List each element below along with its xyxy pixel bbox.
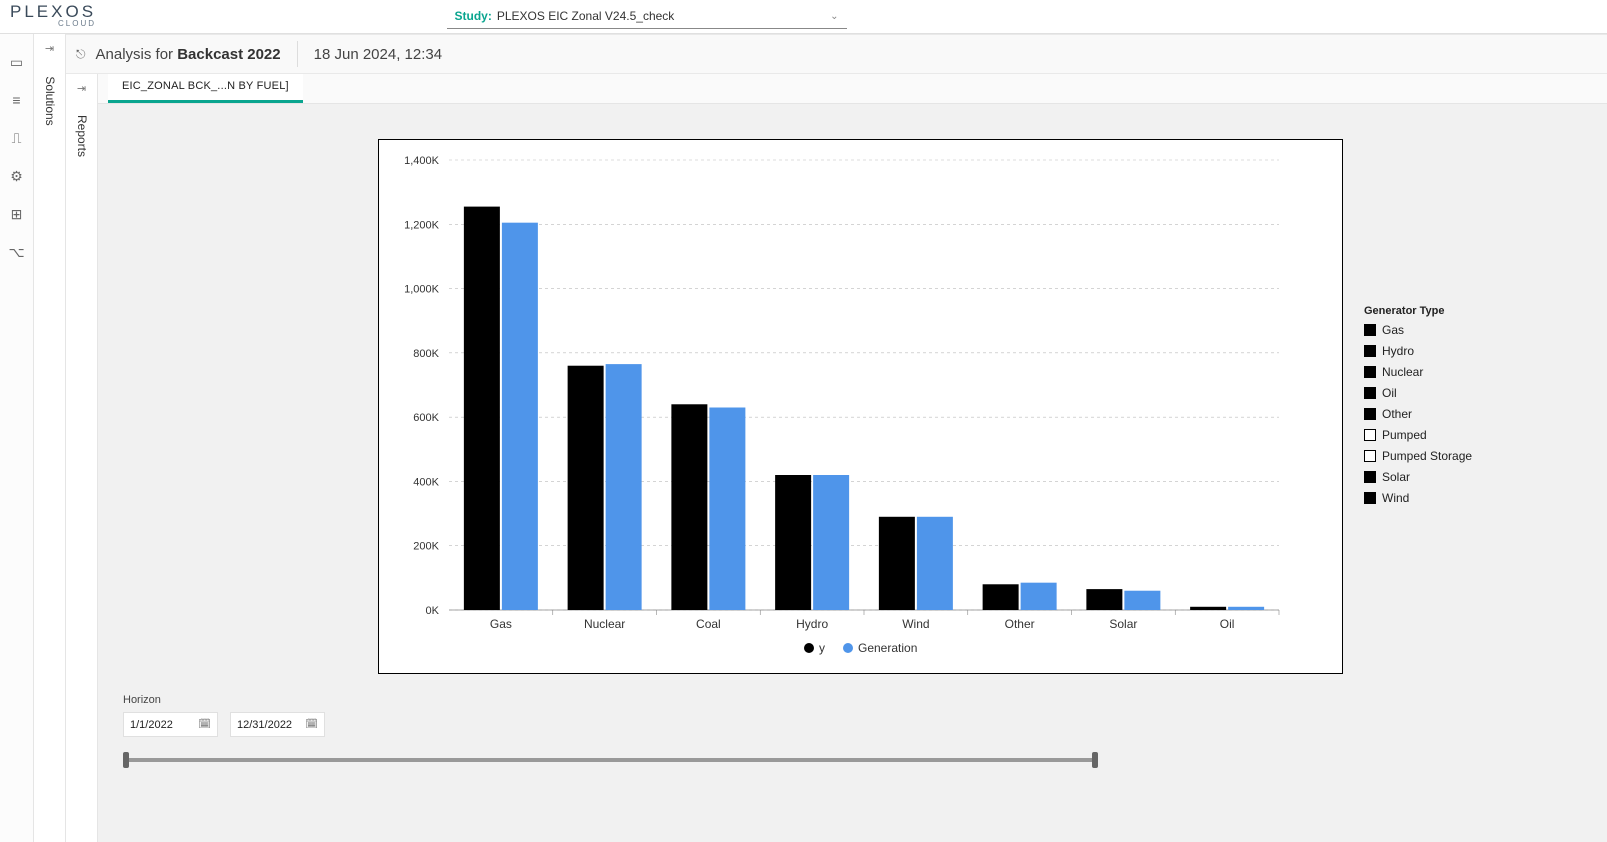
- horizon-to-value: 12/31/2022: [237, 719, 292, 731]
- expand-icon: ⇥: [45, 42, 54, 55]
- legend-item-label: Solar: [1382, 470, 1410, 484]
- horizon-slider[interactable]: [123, 751, 1098, 769]
- legend-item-other[interactable]: Other: [1364, 403, 1504, 424]
- tree-icon[interactable]: ⊞: [9, 206, 25, 222]
- svg-text:Other: Other: [1005, 617, 1035, 631]
- legend-item-oil[interactable]: Oil: [1364, 382, 1504, 403]
- legend-swatch: [1364, 366, 1376, 378]
- app-logo: PLEXOS CLOUD: [10, 5, 96, 28]
- reports-label: Reports: [75, 115, 89, 157]
- svg-text:Oil: Oil: [1220, 617, 1235, 631]
- horizon-slider-thumb-left[interactable]: [123, 752, 129, 768]
- svg-text:1,000K: 1,000K: [404, 284, 440, 296]
- legend-swatch: [1364, 492, 1376, 504]
- legend-item-label: Hydro: [1382, 344, 1414, 358]
- svg-text:Solar: Solar: [1109, 617, 1137, 631]
- expand-icon: ⇥: [77, 82, 86, 95]
- svg-text:0K: 0K: [426, 605, 440, 617]
- svg-text:Hydro: Hydro: [796, 617, 828, 631]
- svg-text:1,200K: 1,200K: [404, 219, 440, 231]
- study-value: PLEXOS EIC Zonal V24.5_check: [497, 9, 674, 23]
- horizon-slider-thumb-right[interactable]: [1092, 752, 1098, 768]
- svg-text:400K: 400K: [413, 476, 439, 488]
- legend-item-wind[interactable]: Wind: [1364, 487, 1504, 508]
- svg-text:y: y: [819, 641, 825, 655]
- calendar-icon: 🗓: [305, 719, 318, 730]
- database-icon[interactable]: ≡: [9, 92, 25, 108]
- solutions-label: Solutions: [43, 76, 57, 125]
- svg-text:Wind: Wind: [902, 617, 929, 631]
- legend-title: Generator Type: [1364, 305, 1504, 317]
- horizon-to-input[interactable]: 12/31/2022 🗓: [230, 712, 325, 737]
- analysis-title: Analysis for Backcast 2022: [96, 46, 281, 63]
- legend-item-label: Nuclear: [1382, 365, 1423, 379]
- legend-swatch: [1364, 324, 1376, 336]
- legend-item-pumped[interactable]: Pumped: [1364, 424, 1504, 445]
- left-icon-rail: ▭ ≡ ⎍ ⚙ ⊞ ⌥: [0, 34, 34, 842]
- analysis-icon: ⎋: [76, 47, 86, 62]
- page-icon[interactable]: ▭: [9, 54, 25, 70]
- svg-text:600K: 600K: [413, 412, 439, 424]
- chart-container: 0K 200K 400K 600K 800K 1,000K 1,200K 1,400K Gas N…: [378, 139, 1343, 674]
- analysis-header: ⎋ Analysis for Backcast 2022 18 Jun 2024…: [66, 34, 1607, 74]
- study-selector[interactable]: Study: PLEXOS EIC Zonal V24.5_check ⌄: [447, 5, 847, 29]
- study-label: Study:: [455, 9, 492, 23]
- reports-panel-tab[interactable]: ⇥ Reports: [66, 74, 98, 842]
- legend-item-label: Pumped: [1382, 428, 1427, 442]
- legend-item-label: Oil: [1382, 386, 1397, 400]
- legend-swatch: [1364, 471, 1376, 483]
- legend-item-hydro[interactable]: Hydro: [1364, 340, 1504, 361]
- calendar-icon: 🗓: [198, 719, 211, 730]
- svg-text:Gas: Gas: [490, 617, 512, 631]
- legend-item-solar[interactable]: Solar: [1364, 466, 1504, 487]
- svg-text:200K: 200K: [413, 541, 439, 553]
- sliders-icon[interactable]: ⎍: [9, 130, 25, 146]
- legend-swatch: [1364, 450, 1376, 462]
- svg-text:Coal: Coal: [696, 617, 721, 631]
- report-tabstrip: EIC_ZONAL BCK_...N BY FUEL]: [98, 74, 1607, 104]
- legend-item-label: Gas: [1382, 323, 1404, 337]
- solutions-panel-tab[interactable]: ⇥ Solutions: [34, 34, 66, 842]
- legend-item-label: Pumped Storage: [1382, 449, 1472, 463]
- svg-text:Nuclear: Nuclear: [584, 617, 625, 631]
- tab-report-0[interactable]: EIC_ZONAL BCK_...N BY FUEL]: [108, 74, 303, 103]
- legend-item-label: Wind: [1382, 491, 1409, 505]
- legend-item-label: Other: [1382, 407, 1412, 421]
- legend-swatch: [1364, 387, 1376, 399]
- horizon-from-value: 1/1/2022: [130, 719, 173, 731]
- horizon-from-input[interactable]: 1/1/2022 🗓: [123, 712, 218, 737]
- horizon-label: Horizon: [123, 694, 1098, 706]
- svg-text:1,400K: 1,400K: [404, 155, 440, 167]
- chevron-down-icon: ⌄: [830, 11, 838, 22]
- branch-icon[interactable]: ⌥: [9, 244, 25, 260]
- legend-swatch: [1364, 429, 1376, 441]
- svg-text:800K: 800K: [413, 348, 439, 360]
- bar-chart: 0K 200K 400K 600K 800K 1,000K 1,200K 1,400K Gas N…: [379, 140, 1342, 673]
- legend-item-gas[interactable]: Gas: [1364, 319, 1504, 340]
- analysis-timestamp: 18 Jun 2024, 12:34: [314, 46, 442, 63]
- settings-icon[interactable]: ⚙: [9, 168, 25, 184]
- svg-text:Generation: Generation: [858, 641, 917, 655]
- legend-item-pumped-storage[interactable]: Pumped Storage: [1364, 445, 1504, 466]
- generator-type-legend: Generator Type Gas Hydro Nuclear Oil Other Pu…: [1364, 305, 1504, 508]
- legend-item-nuclear[interactable]: Nuclear: [1364, 361, 1504, 382]
- legend-swatch: [1364, 408, 1376, 420]
- legend-swatch: [1364, 345, 1376, 357]
